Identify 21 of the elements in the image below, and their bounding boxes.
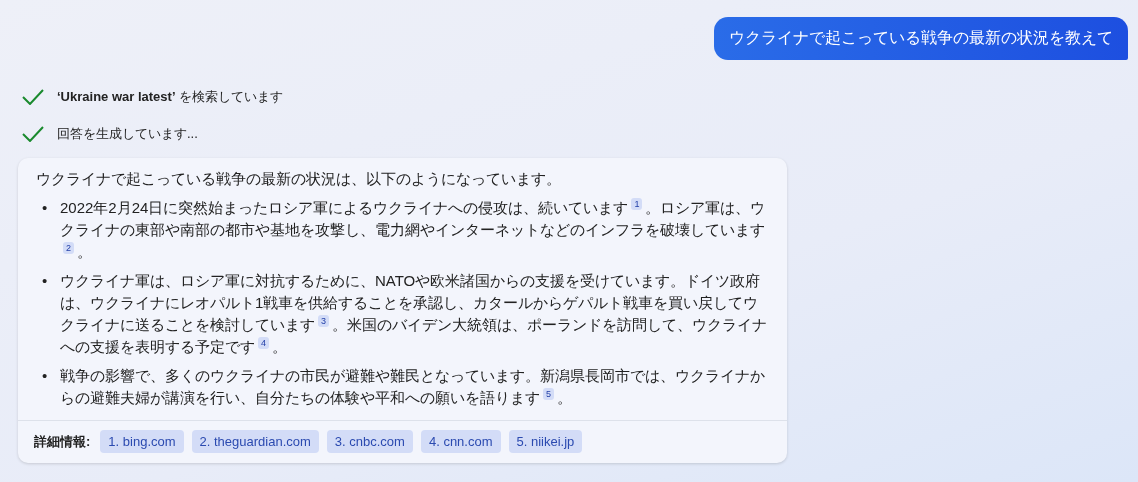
source-link[interactable]: 2. theguardian.com <box>191 430 319 453</box>
bullet-marker: • <box>42 271 49 291</box>
source-link[interactable]: 5. niikei.jp <box>508 430 583 453</box>
sources-label: 詳細情報: <box>34 432 91 451</box>
source-link[interactable]: 3. cnbc.com <box>326 430 413 453</box>
status-text: ‘Ukraine war latest’ を検索しています <box>57 88 284 106</box>
citation-link[interactable]: 4 <box>258 337 269 349</box>
citation-link[interactable]: 5 <box>543 388 554 400</box>
answer-bullet-text: 戦争の影響で、多くのウクライナの市民が避難や難民となっています。新潟県長岡市では、ウクライナからの避難夫婦が講演を行い、自分たちの体験や平和への願いを語ります 5 。 <box>60 366 766 408</box>
citation-link[interactable]: 1 <box>631 198 643 210</box>
source-link[interactable]: 4. cnn.com <box>420 430 501 453</box>
bullet-marker: • <box>42 366 49 386</box>
answer-bullet-text: ウクライナ軍は、ロシア軍に対抗するために、NATOや欧米諸国からの支援を受けています。ドイツ政府は、ウクライナにレオパルト1戦車を供給することを承認し、カタールからゲパルト戦車を買い戻してウクライナに送ることを検討しています 3 。米国のバイデン大統領は、ポーランドを訪問して、ウクライナへの支援を表明する予定です 4 。 <box>60 271 768 357</box>
source-link[interactable]: 1. bing.com <box>100 430 184 453</box>
answer-intro-text: ウクライナで起こっている戦争の最新の状況は、以下のようになっています。 <box>36 169 562 189</box>
citation-link[interactable]: 2 <box>63 242 74 254</box>
answer-bullet-text: 2022年2月24日に突然始まったロシア軍によるウクライナへの侵攻は、続いています 1 。ロシア軍は、ウクライナの東部や南部の都市や基地を攻撃し、電力網やインターネットなどのインフラを破壊しています 2 。 <box>60 197 767 262</box>
user-message-bubble: ウクライナで起こっている戦争の最新の状況を教えて <box>714 17 1128 60</box>
bullet-marker: • <box>42 198 49 218</box>
status-text: 回答を生成しています... <box>57 125 198 143</box>
citation-link[interactable]: 3 <box>318 315 329 327</box>
